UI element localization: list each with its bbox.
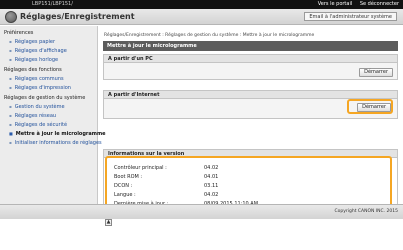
top-bar: LBP151/LBP151/ Vers le portail Se déconn… — [0, 0, 403, 9]
back-to-top-icon[interactable]: ▲ — [105, 219, 112, 226]
top-links: Vers le portail Se déconnecter — [312, 1, 399, 7]
footer: Copyright CANON INC. 2015 — [0, 204, 403, 219]
from-pc-label: A partir d'un PC — [104, 55, 397, 63]
sidebar-item-security[interactable]: Réglages de sécurité — [9, 122, 67, 128]
portal-link[interactable]: Vers le portail — [318, 1, 353, 7]
page-header-title: Réglages/Enregistrement — [20, 12, 135, 21]
email-admin-button[interactable]: Email à l'administrateur système — [304, 12, 397, 21]
sidebar-item-firmware-update[interactable]: Mettre à jour le micrologramme — [9, 131, 106, 137]
start-button-highlight — [347, 99, 393, 114]
logout-link[interactable]: Se déconnecter — [360, 1, 399, 7]
copyright: Copyright CANON INC. 2015 — [334, 209, 399, 214]
from-pc-start-button[interactable]: Démarrer — [359, 68, 393, 77]
sidebar-cat-system-management: Réglages de gestion du système — [4, 95, 86, 101]
sidebar: Préférences Réglages papier Réglages d'a… — [0, 26, 106, 204]
sidebar-item-clock[interactable]: Réglages horloge — [9, 57, 58, 63]
sidebar-item-system[interactable]: Gestion du système — [9, 104, 65, 110]
from-internet-label: A partir d'Internet — [104, 91, 397, 99]
from-pc-panel: A partir d'un PC Démarrer — [103, 54, 398, 80]
sidebar-item-common[interactable]: Réglages communs — [9, 76, 64, 82]
breadcrumb: Réglages/Enregistrement : Réglages de ge… — [104, 33, 315, 38]
main-content: Réglages/Enregistrement : Réglages de ge… — [100, 26, 403, 226]
sidebar-cat-preferences: Préférences — [4, 30, 34, 36]
settings-logo-icon — [5, 11, 17, 23]
sidebar-item-reset-settings[interactable]: Initialiser informations de réglages — [9, 140, 102, 146]
sidebar-item-paper[interactable]: Réglages papier — [9, 39, 55, 45]
page-title: Mettre à jour le micrologramme — [103, 41, 398, 51]
sidebar-cat-functions: Réglages des fonctions — [4, 67, 62, 73]
sidebar-item-display[interactable]: Réglages d'affichage — [9, 48, 67, 54]
sidebar-item-printing[interactable]: Réglages d'impression — [9, 85, 71, 91]
sidebar-item-network[interactable]: Réglages réseau — [9, 113, 56, 119]
printer-model: LBP151/LBP151/ — [32, 1, 73, 7]
header: Réglages/Enregistrement Email à l'admini… — [0, 9, 403, 25]
